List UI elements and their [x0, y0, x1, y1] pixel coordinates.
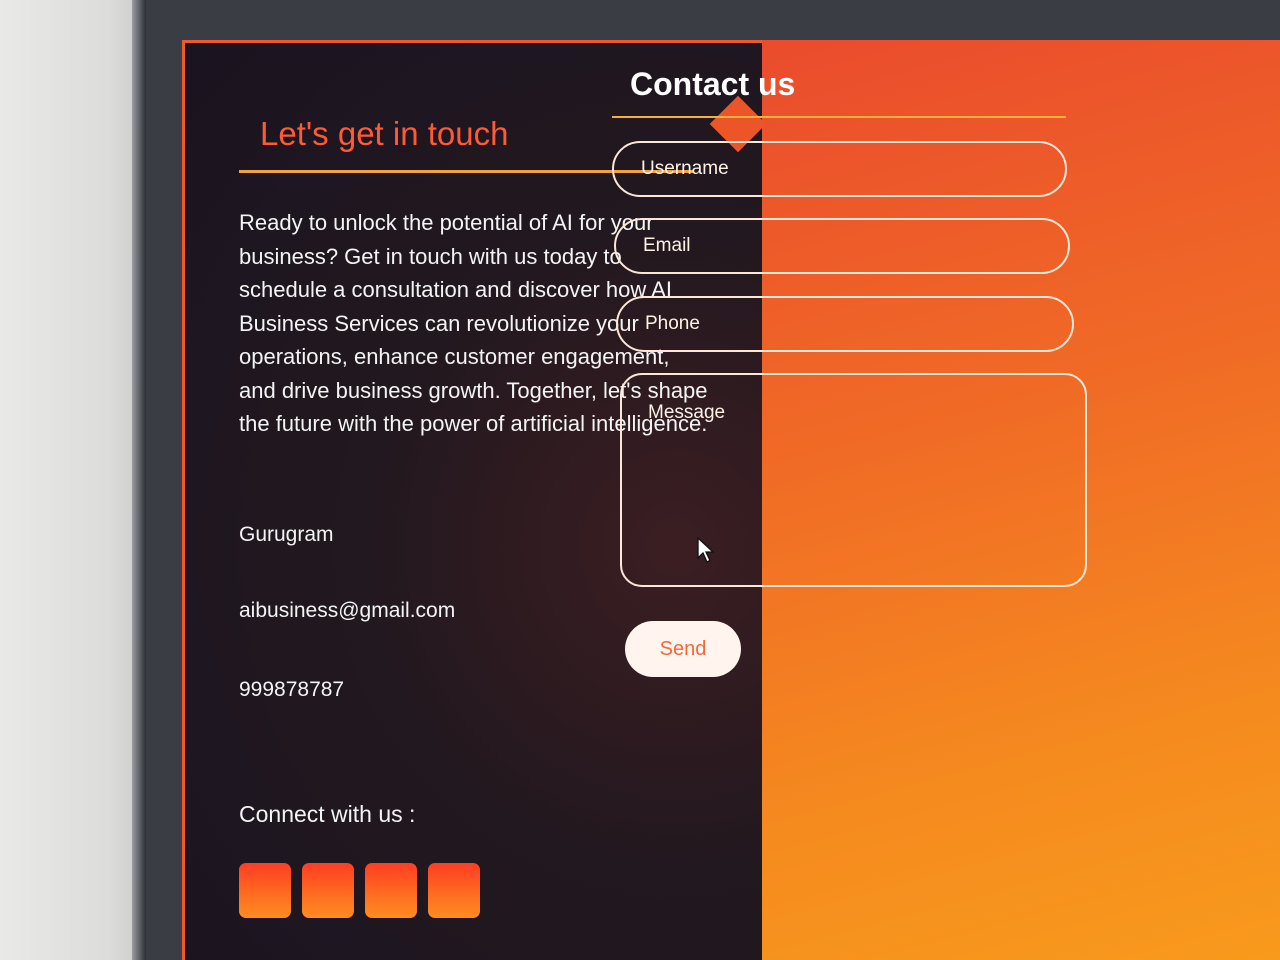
- screen-edge: [132, 0, 146, 960]
- info-title: Let's get in touch: [260, 115, 509, 152]
- social-button-1[interactable]: [239, 863, 291, 918]
- location-text: Gurugram: [239, 523, 334, 546]
- form-title-divider: [612, 116, 1066, 118]
- social-button-2[interactable]: [302, 863, 354, 918]
- phone-text: 999878787: [239, 678, 345, 701]
- email-input[interactable]: [614, 218, 1070, 274]
- form-title: Contact us: [630, 66, 796, 102]
- phone-input[interactable]: [616, 296, 1074, 352]
- social-button-4[interactable]: [428, 863, 480, 918]
- social-links: [239, 863, 480, 918]
- mouse-cursor-icon: [697, 537, 715, 563]
- username-input[interactable]: [612, 141, 1067, 197]
- message-input[interactable]: [620, 373, 1087, 587]
- connect-label: Connect with us :: [239, 801, 416, 827]
- email-text: aibusiness@gmail.com: [239, 599, 456, 622]
- social-button-3[interactable]: [365, 863, 417, 918]
- monitor-bezel: [0, 0, 136, 960]
- send-button[interactable]: Send: [625, 621, 741, 677]
